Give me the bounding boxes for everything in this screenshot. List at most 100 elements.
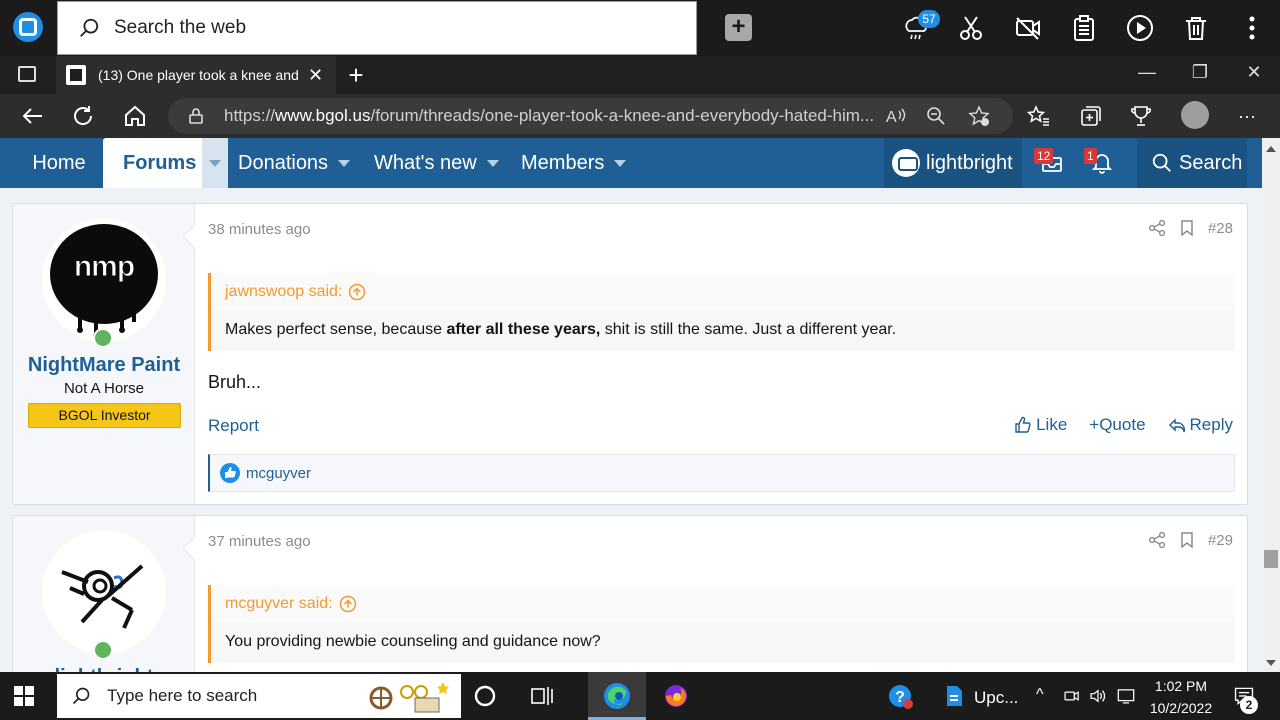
tab-actions-icon[interactable] bbox=[18, 66, 36, 82]
add-button[interactable]: + bbox=[725, 14, 752, 41]
svg-text:nmp: nmp bbox=[74, 250, 135, 283]
zoom-icon[interactable] bbox=[925, 105, 947, 127]
arrow-up-circle-icon[interactable] bbox=[348, 283, 366, 301]
post-number[interactable]: #29 bbox=[1208, 532, 1233, 549]
clock-date[interactable]: 10/2/2022 bbox=[1144, 700, 1218, 716]
quote-author: mcguyver said: bbox=[225, 595, 333, 612]
address-bar[interactable]: https://www.bgol.us/forum/threads/one-pl… bbox=[168, 98, 1013, 134]
page-scrollbar[interactable] bbox=[1262, 138, 1280, 672]
browser-tab[interactable]: (13) One player took a knee and ✕ bbox=[56, 56, 336, 94]
home-icon[interactable] bbox=[120, 101, 150, 131]
quote-header[interactable]: mcguyver said: bbox=[211, 585, 1235, 623]
new-tab-button[interactable]: + bbox=[342, 60, 370, 91]
profile-avatar-icon[interactable] bbox=[1181, 101, 1209, 129]
firefox-icon[interactable] bbox=[660, 680, 692, 712]
clipboard-icon[interactable] bbox=[1068, 12, 1100, 44]
post-reactions: Like +Quote Reply bbox=[1014, 415, 1233, 435]
bookmark-icon[interactable] bbox=[1178, 531, 1196, 549]
trash-icon[interactable] bbox=[1180, 12, 1212, 44]
chevron-down-icon[interactable] bbox=[614, 159, 627, 167]
windows-taskbar: Type here to search ? Upc... ^ 1:02 PM 1… bbox=[0, 672, 1280, 720]
quote-text: Makes perfect sense, because after all t… bbox=[225, 321, 897, 338]
quote-author: jawnswoop said: bbox=[225, 283, 343, 300]
favorites-icon[interactable] bbox=[1024, 101, 1054, 131]
app-logo-icon[interactable] bbox=[13, 12, 43, 42]
taskbar-app-label[interactable]: Upc... bbox=[974, 688, 1018, 708]
tab-title: (13) One player took a knee and bbox=[98, 67, 298, 83]
scissors-icon[interactable] bbox=[955, 12, 987, 44]
quote-header[interactable]: jawnswoop said: bbox=[211, 273, 1235, 311]
chevron-down-icon[interactable] bbox=[486, 159, 499, 167]
site-favicon-icon bbox=[66, 65, 86, 85]
post-timestamp[interactable]: 37 minutes ago bbox=[208, 533, 311, 550]
account-username: lightbright bbox=[926, 151, 1013, 174]
search-highlight-icon bbox=[369, 682, 449, 713]
like-summary: mcguyver bbox=[208, 454, 1235, 492]
more-vertical-icon[interactable] bbox=[1236, 12, 1268, 44]
post-author-panel: nmp NightMare Paint Not A Horse BGOL Inv… bbox=[13, 204, 195, 504]
tray-chevron-up-icon[interactable]: ^ bbox=[1036, 686, 1044, 704]
post-author-title: Not A Horse bbox=[63, 380, 145, 397]
collections-icon[interactable] bbox=[1076, 101, 1106, 131]
back-icon[interactable] bbox=[18, 101, 48, 131]
chevron-down-icon[interactable] bbox=[202, 138, 229, 188]
nav-home[interactable]: Home bbox=[18, 138, 100, 188]
quote-button[interactable]: +Quote bbox=[1089, 415, 1145, 435]
weather-badge: 57 bbox=[918, 10, 940, 28]
performance-icon[interactable] bbox=[1126, 101, 1156, 131]
clock-time[interactable]: 1:02 PM bbox=[1144, 678, 1218, 694]
alert-count-badge: 1 bbox=[1084, 148, 1097, 164]
taskbar-search-box[interactable]: Type here to search bbox=[57, 674, 461, 718]
scroll-up-icon[interactable] bbox=[1266, 146, 1276, 152]
document-app-icon[interactable] bbox=[938, 680, 970, 712]
nav-forums[interactable]: Forums bbox=[103, 138, 229, 188]
nmp-logo-icon: nmp bbox=[42, 218, 166, 342]
close-window-icon[interactable]: ✕ bbox=[1240, 62, 1268, 83]
cortana-icon[interactable] bbox=[469, 680, 501, 712]
reply-button[interactable]: Reply bbox=[1168, 415, 1233, 435]
play-icon[interactable] bbox=[1124, 12, 1156, 44]
restore-icon[interactable]: ❐ bbox=[1186, 62, 1214, 83]
edge-taskbar-button[interactable] bbox=[588, 672, 646, 720]
minimize-icon[interactable]: — bbox=[1133, 62, 1161, 83]
forum-search-label: Search bbox=[1179, 151, 1243, 174]
help-icon[interactable]: ? bbox=[884, 680, 916, 712]
windows-start-icon[interactable] bbox=[14, 686, 34, 706]
nav-members[interactable]: Members bbox=[521, 138, 627, 188]
lock-icon bbox=[189, 108, 203, 124]
nav-whats-new[interactable]: What's new bbox=[374, 138, 499, 188]
read-aloud-icon[interactable]: A bbox=[885, 105, 907, 127]
post-number[interactable]: #28 bbox=[1208, 220, 1233, 237]
share-icon[interactable] bbox=[1148, 531, 1166, 549]
web-search-box[interactable]: Search the web bbox=[57, 1, 697, 55]
add-favorite-icon[interactable] bbox=[968, 105, 990, 127]
post-author-name[interactable]: NightMare Paint bbox=[13, 354, 195, 377]
refresh-icon[interactable] bbox=[68, 101, 98, 131]
display-tray-icon[interactable] bbox=[1110, 680, 1142, 712]
search-icon bbox=[1152, 153, 1171, 172]
no-video-icon[interactable] bbox=[1012, 12, 1044, 44]
like-button[interactable]: Like bbox=[1014, 415, 1067, 435]
settings-more-icon[interactable]: ··· bbox=[1232, 101, 1262, 131]
liked-by-user[interactable]: mcguyver bbox=[246, 465, 311, 482]
quote-text: You providing newbie counseling and guid… bbox=[225, 633, 601, 650]
arrow-up-circle-icon[interactable] bbox=[339, 595, 357, 613]
nav-donations[interactable]: Donations bbox=[238, 138, 351, 188]
post-body: Bruh... bbox=[208, 372, 262, 392]
reply-icon bbox=[1168, 418, 1185, 433]
chevron-down-icon[interactable] bbox=[338, 159, 351, 167]
scrollbar-thumb[interactable] bbox=[1264, 550, 1278, 568]
account-menu[interactable]: lightbright bbox=[884, 138, 1022, 188]
post-timestamp[interactable]: 38 minutes ago bbox=[208, 221, 311, 238]
avatar[interactable] bbox=[42, 530, 166, 654]
close-tab-icon[interactable]: ✕ bbox=[308, 65, 323, 86]
forum-search-button[interactable]: Search bbox=[1137, 138, 1247, 188]
avatar[interactable]: nmp bbox=[42, 218, 166, 342]
bookmark-icon[interactable] bbox=[1178, 219, 1196, 237]
task-view-icon[interactable] bbox=[525, 680, 557, 712]
notification-count-badge: 2 bbox=[1240, 696, 1258, 714]
report-link[interactable]: Report bbox=[208, 416, 259, 436]
scroll-down-icon[interactable] bbox=[1266, 660, 1276, 666]
share-icon[interactable] bbox=[1148, 219, 1166, 237]
quote-block: mcguyver said: You providing newbie coun… bbox=[208, 585, 1235, 663]
